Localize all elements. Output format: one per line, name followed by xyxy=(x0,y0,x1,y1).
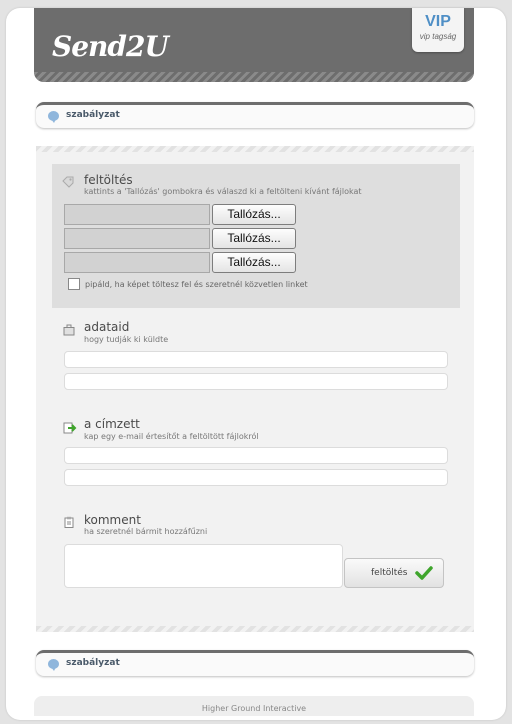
vip-title: VIP xyxy=(425,13,451,30)
upload-title: feltöltés xyxy=(84,173,133,187)
policy-bar-top[interactable]: szabályzat xyxy=(36,102,474,128)
forward-arrow-icon xyxy=(63,422,77,434)
file-input-row: Tallózás... xyxy=(64,252,296,274)
vip-subtitle: vip tagság xyxy=(419,32,457,41)
tag-icon xyxy=(62,176,74,188)
clipboard-icon xyxy=(64,516,74,528)
file-path-field[interactable] xyxy=(64,228,210,249)
sender-subtitle: hogy tudják ki küldte xyxy=(84,335,169,344)
file-input-row: Tallózás... xyxy=(64,204,296,226)
logo[interactable]: Send2U xyxy=(52,30,169,63)
file-input-row: Tallózás... xyxy=(64,228,296,250)
sender-name-field[interactable] xyxy=(64,351,448,368)
speech-bubble-icon xyxy=(48,659,59,671)
browse-button[interactable]: Tallózás... xyxy=(212,228,296,249)
browse-button[interactable]: Tallózás... xyxy=(212,204,296,225)
vip-membership-badge[interactable]: VIP vip tagság xyxy=(412,8,464,52)
upload-submit-button[interactable]: feltöltés xyxy=(344,558,444,588)
recipient-subtitle: kap egy e-mail értesítőt a feltöltött fá… xyxy=(84,432,259,441)
speech-bubble-icon xyxy=(48,111,59,123)
direct-link-label: pipáld, ha képet töltesz fel és szeretné… xyxy=(85,280,308,289)
logo-text: Send2U xyxy=(52,30,169,63)
comment-subtitle: ha szeretnél bármit hozzáfűzni xyxy=(84,527,208,536)
recipient-field-1[interactable] xyxy=(64,447,448,464)
file-path-field[interactable] xyxy=(64,204,210,225)
footer: Higher Ground Interactive xyxy=(34,696,474,716)
recipient-title: a címzett xyxy=(84,417,140,431)
file-path-field[interactable] xyxy=(64,252,210,273)
recipient-field-2[interactable] xyxy=(64,469,448,486)
submit-label: feltöltés xyxy=(371,568,408,578)
comment-textarea[interactable] xyxy=(64,544,343,588)
header: Send2U VIP vip tagság xyxy=(34,8,474,82)
policy-link[interactable]: szabályzat xyxy=(66,110,120,120)
footer-credit[interactable]: Higher Ground Interactive xyxy=(202,704,306,713)
upload-form: feltöltés kattints a 'Tallózás' gombokra… xyxy=(36,146,474,632)
upload-subtitle: kattints a 'Tallózás' gombokra és válasz… xyxy=(84,187,362,196)
briefcase-icon xyxy=(63,324,75,336)
browse-button[interactable]: Tallózás... xyxy=(212,252,296,273)
checkmark-icon xyxy=(415,566,433,580)
sender-title: adataid xyxy=(84,320,130,334)
policy-link[interactable]: szabályzat xyxy=(66,658,120,668)
comment-title: komment xyxy=(84,513,141,527)
direct-link-checkbox[interactable] xyxy=(68,278,80,290)
upload-section: feltöltés kattints a 'Tallózás' gombokra… xyxy=(52,164,460,308)
sender-email-field[interactable] xyxy=(64,373,448,390)
policy-bar-bottom[interactable]: szabályzat xyxy=(36,650,474,676)
